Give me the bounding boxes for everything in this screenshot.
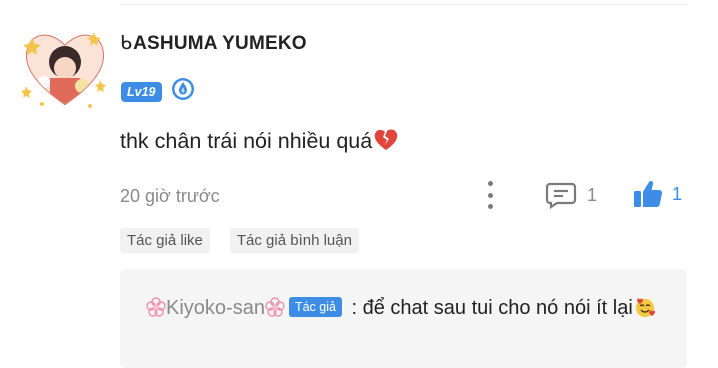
username-text: ASHUMA YUMEKO <box>133 33 307 54</box>
author-tags: Tác giả like Tác giả bình luận <box>120 228 359 253</box>
reply-body: để chat sau tui cho nó nói ít lại <box>362 297 633 319</box>
broken-heart-icon <box>373 128 399 152</box>
comment-text: thk chân trái nói nhiều quá <box>120 128 399 154</box>
top-divider <box>120 4 688 5</box>
username-prefix: ᑲ <box>120 33 133 54</box>
author-badge: Tác giả <box>288 297 342 317</box>
flower-icon <box>265 297 285 317</box>
like-count: 1 <box>672 183 683 204</box>
tag-author-like: Tác giả like <box>120 228 210 253</box>
comment-time: 20 giờ trước <box>120 186 220 206</box>
reply-box[interactable]: Kiyoko-san Tác giả : để chat sau tui cho… <box>120 269 687 368</box>
drop-icon <box>171 77 195 106</box>
like-button[interactable]: 1 <box>632 179 682 209</box>
reply-content: Kiyoko-san Tác giả : để chat sau tui cho… <box>146 294 666 322</box>
comment-icon <box>545 182 577 209</box>
thumbs-up-icon <box>634 180 663 208</box>
tag-author-reply: Tác giả bình luận <box>229 228 359 253</box>
flower-icon <box>146 297 166 317</box>
reply-separator: : <box>345 297 363 319</box>
more-vertical-icon[interactable] <box>485 181 495 209</box>
reply-author[interactable]: Kiyoko-san <box>166 297 265 319</box>
smiling-face-with-hearts-icon <box>634 296 656 318</box>
user-badges: Lv19 <box>121 77 195 106</box>
username[interactable]: ᑲASHUMA YUMEKO <box>120 32 307 55</box>
avatar[interactable] <box>20 22 110 112</box>
comment-body: thk chân trái nói nhiều quá <box>120 129 373 153</box>
reply-button[interactable]: 1 <box>545 181 597 209</box>
level-badge: Lv19 <box>121 81 162 102</box>
reply-count: 1 <box>587 184 598 205</box>
